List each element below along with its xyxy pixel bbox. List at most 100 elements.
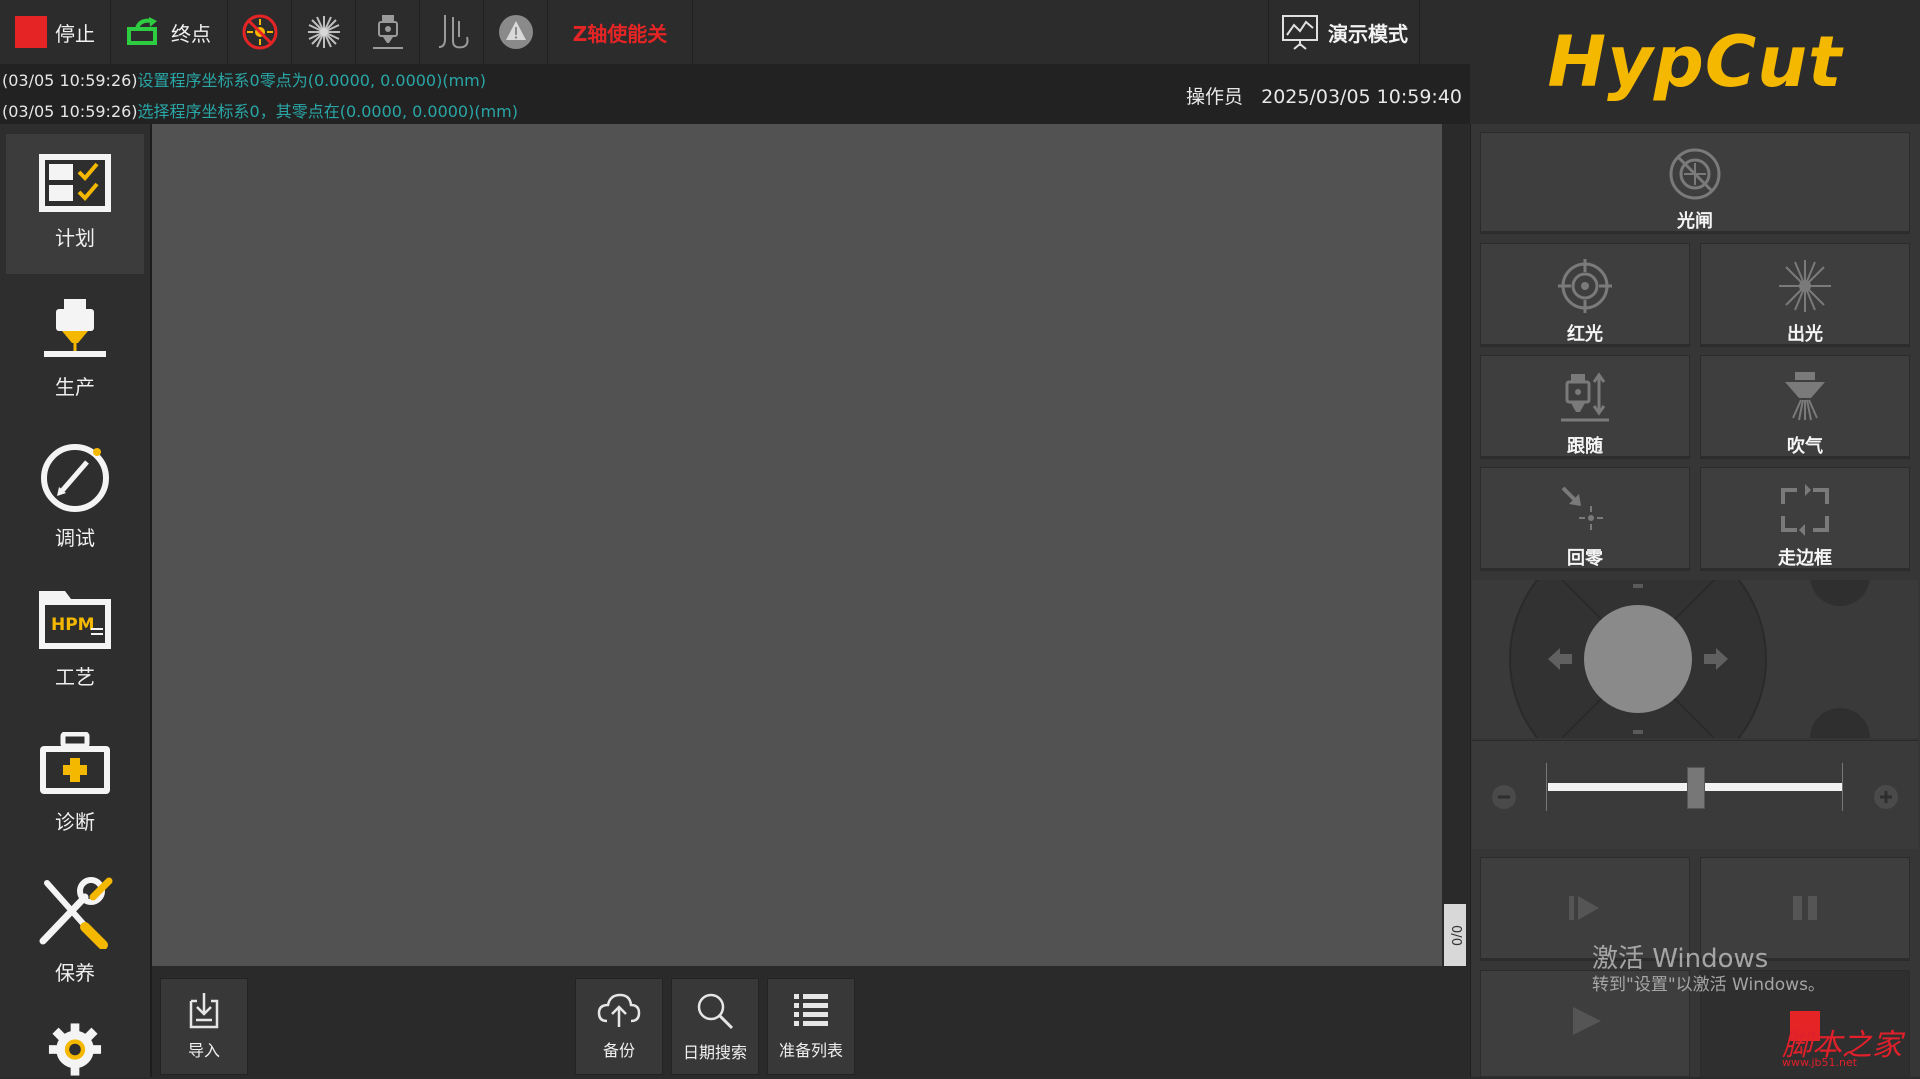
nav-settings[interactable] xyxy=(6,1004,144,1077)
nav-maintenance[interactable]: 保养 xyxy=(6,859,144,999)
warning-icon xyxy=(498,15,533,49)
end-point-button[interactable]: 终点 xyxy=(111,0,228,64)
hypcut-logo: HypCut xyxy=(1470,0,1920,124)
laser-out-label: 出光 xyxy=(1787,324,1823,345)
hook-button[interactable] xyxy=(420,0,484,64)
nav-debug-label: 调试 xyxy=(55,526,95,550)
prep-list-button[interactable]: 准备列表 xyxy=(767,978,855,1075)
follow-head-button[interactable] xyxy=(356,0,420,64)
windows-activation-hint: 转到"设置"以激活 Windows。 xyxy=(1592,975,1825,995)
canvas-vertical-scrollbar[interactable] xyxy=(1442,124,1468,966)
top-toolbar: 停止 终点 Z轴使能关 演示模式 xyxy=(0,0,1470,65)
drawing-canvas[interactable] xyxy=(152,124,1442,966)
end-point-label: 终点 xyxy=(171,21,211,46)
bottom-toolbar: 导入 备份 日期搜索 准备列表 xyxy=(152,966,1468,1077)
shutter-button[interactable]: 光闸 xyxy=(1480,132,1910,234)
hook-icon xyxy=(438,15,468,49)
jog-pad-graphic xyxy=(1509,580,1870,738)
list-icon xyxy=(794,994,828,1026)
home-button[interactable]: 回零 xyxy=(1480,467,1690,571)
log-line: (03/05 10:59:26)设置程序坐标系0零点为(0.0000, 0.00… xyxy=(2,67,486,91)
speed-decrease-icon[interactable] xyxy=(1490,783,1518,811)
import-label: 导入 xyxy=(187,1041,220,1060)
stop-icon xyxy=(15,16,47,48)
backup-button[interactable]: 备份 xyxy=(575,978,663,1075)
site-watermark-url: www.jb51.net xyxy=(1782,1056,1858,1069)
search-icon xyxy=(697,993,734,1030)
log-time: (03/05 10:59:26) xyxy=(2,71,138,90)
nav-production[interactable]: 生产 xyxy=(6,279,144,419)
nav-maintenance-label: 保养 xyxy=(55,961,95,985)
laser-out-button[interactable]: 出光 xyxy=(1700,243,1910,347)
jog-center-button[interactable] xyxy=(1586,606,1690,710)
jog-right-arrow-icon[interactable] xyxy=(1702,646,1730,672)
log-message: 设置程序坐标系0零点为(0.0000, 0.0000)(mm) xyxy=(137,71,487,90)
end-point-icon xyxy=(127,17,157,45)
nav-production-label: 生产 xyxy=(55,375,95,399)
operator-status: 操作员 2025/03/05 10:59:40 xyxy=(1186,82,1462,109)
follow-label: 跟随 xyxy=(1567,436,1603,457)
frame-trace-label: 走边框 xyxy=(1778,548,1832,569)
laser-emit-button[interactable] xyxy=(292,0,356,64)
gear-icon xyxy=(48,1023,102,1076)
log-time: (03/05 10:59:26) xyxy=(2,102,138,121)
z-axis-label: Z轴使能关 xyxy=(572,21,668,46)
part-counter-value: 0/0 xyxy=(1447,924,1463,946)
nav-plan-label: 计划 xyxy=(55,226,95,250)
log-line: (03/05 10:59:26)选择程序坐标系0，其零点在(0.0000, 0.… xyxy=(2,98,518,122)
import-icon xyxy=(189,993,219,1029)
logo-text: HypCut xyxy=(1547,21,1843,103)
play-icon xyxy=(1573,1007,1601,1035)
frame-trace-icon xyxy=(1781,484,1829,536)
follow-height-icon xyxy=(1561,372,1609,422)
nav-debug[interactable]: 调试 xyxy=(6,424,144,564)
blow-label: 吹气 xyxy=(1787,436,1823,457)
demo-mode-button[interactable]: 演示模式 xyxy=(1268,0,1420,64)
return-zero-icon xyxy=(1561,486,1603,530)
import-button[interactable]: 导入 xyxy=(160,978,248,1075)
current-datetime: 2025/03/05 10:59:40 xyxy=(1261,86,1462,108)
speed-increase-icon[interactable] xyxy=(1872,783,1900,811)
process-icon: HPM xyxy=(39,591,111,649)
speed-slider-thumb[interactable] xyxy=(1687,767,1705,809)
speed-slider-track[interactable] xyxy=(1548,767,1842,809)
laser-stop-button[interactable] xyxy=(228,0,292,64)
nav-diagnosis[interactable]: 诊断 xyxy=(6,714,144,854)
operator-label: 操作员 xyxy=(1185,86,1243,108)
alarm-button[interactable] xyxy=(484,0,548,64)
message-log: (03/05 10:59:26)设置程序坐标系0零点为(0.0000, 0.00… xyxy=(0,64,1470,124)
maintenance-icon xyxy=(39,877,113,949)
stop-button[interactable]: 停止 xyxy=(0,0,111,64)
production-icon xyxy=(44,299,106,357)
nav-diagnosis-label: 诊断 xyxy=(55,810,95,834)
red-light-button[interactable]: 红光 xyxy=(1480,243,1690,347)
air-blow-icon xyxy=(1785,372,1825,421)
jog-left-arrow-icon[interactable] xyxy=(1546,646,1574,672)
debug-icon xyxy=(41,444,109,512)
nav-plan[interactable]: 计划 xyxy=(6,134,144,274)
stop-label: 停止 xyxy=(55,21,95,46)
nav-process[interactable]: HPM 工艺 xyxy=(6,569,144,709)
nav-process-label: 工艺 xyxy=(55,665,95,689)
backup-label: 备份 xyxy=(602,1041,635,1060)
date-search-button[interactable]: 日期搜索 xyxy=(671,978,759,1075)
laser-forbid-icon xyxy=(242,14,277,50)
pause-icon xyxy=(1793,896,1817,920)
shutter-label: 光闸 xyxy=(1677,211,1713,232)
svg-text:HPM: HPM xyxy=(51,615,95,635)
left-nav-sidebar: 计划 生产 调试 HPM 工艺 诊断 保养 xyxy=(0,124,152,1077)
frame-trace-button[interactable]: 走边框 xyxy=(1700,467,1910,571)
presentation-icon xyxy=(1282,15,1318,50)
speed-slider-panel xyxy=(1472,740,1918,849)
part-counter: 0/0 xyxy=(1444,904,1466,966)
step-play-icon xyxy=(1569,896,1599,920)
jog-pad xyxy=(1472,580,1918,738)
red-light-label: 红光 xyxy=(1567,324,1603,345)
blow-button[interactable]: 吹气 xyxy=(1700,355,1910,459)
follow-button[interactable]: 跟随 xyxy=(1480,355,1690,459)
z-axis-enable-toggle[interactable]: Z轴使能关 xyxy=(548,0,693,64)
diagnosis-icon xyxy=(40,732,110,794)
shutter-icon xyxy=(1669,148,1721,200)
plan-icon xyxy=(39,154,111,212)
log-message: 选择程序坐标系0，其零点在(0.0000, 0.0000)(mm) xyxy=(137,102,519,121)
